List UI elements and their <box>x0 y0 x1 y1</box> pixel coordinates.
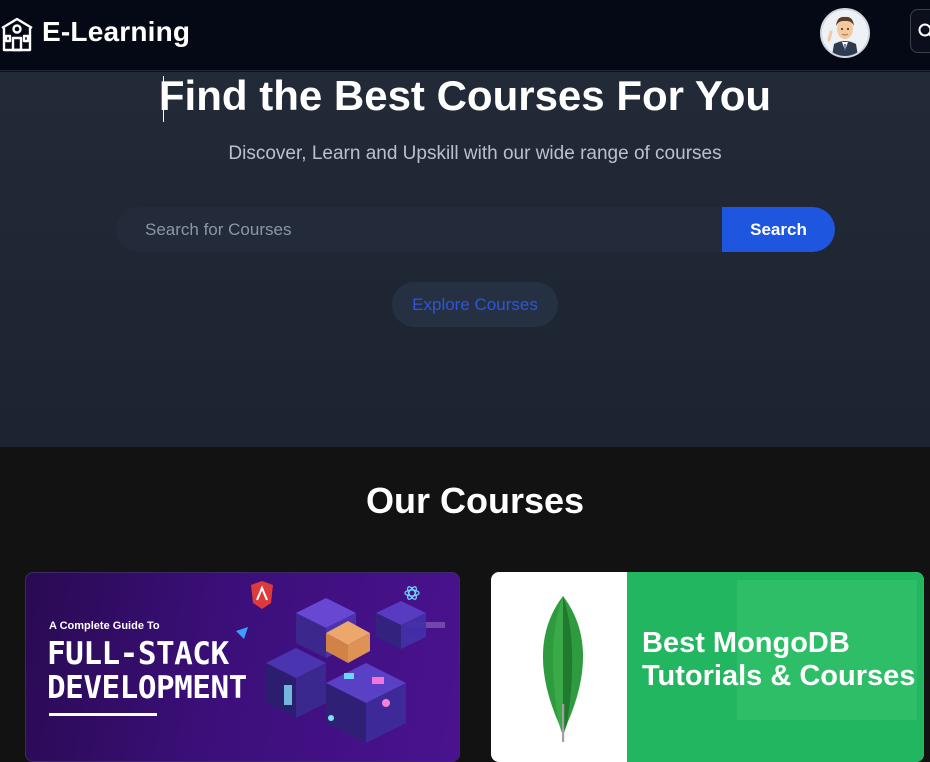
search-button[interactable]: Search <box>722 207 835 252</box>
mongodb-leaf-icon <box>523 594 603 744</box>
course-card-title: Best MongoDB Tutorials & Courses <box>642 627 915 693</box>
course-card-title-line: Tutorials & Courses <box>642 660 915 693</box>
hero-section: Find the Best Courses For You Discover, … <box>0 72 930 447</box>
hero-title: Find the Best Courses For You <box>0 72 930 120</box>
course-card-title-line: Best MongoDB <box>642 627 915 660</box>
search-toggle-button[interactable] <box>910 9 930 53</box>
course-card-mongodb[interactable]: Best MongoDB Tutorials & Courses <box>491 572 924 762</box>
brand-link[interactable]: E-Learning <box>0 12 190 52</box>
course-card-fullstack[interactable]: A Complete Guide To FULL-STACK DEVELOPME… <box>25 572 460 762</box>
search-icon <box>918 23 930 41</box>
courses-title: Our Courses <box>0 480 930 522</box>
school-icon <box>0 12 34 52</box>
course-illustration <box>26 573 460 762</box>
explore-courses-button[interactable]: Explore Courses <box>392 282 558 327</box>
hero-subtitle: Discover, Learn and Upskill with our wid… <box>0 143 930 165</box>
search-input[interactable] <box>116 207 722 252</box>
avatar-image <box>822 10 868 56</box>
search-bar: Search <box>116 207 835 252</box>
navbar: E-Learning <box>0 0 930 71</box>
brand-title: E-Learning <box>42 16 190 48</box>
avatar[interactable] <box>820 8 870 58</box>
